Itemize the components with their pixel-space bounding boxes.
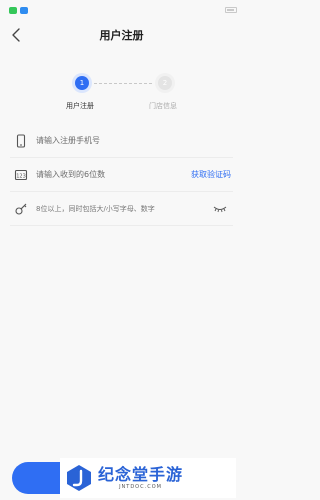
page-title: 用户注册 bbox=[99, 29, 144, 42]
app-notification-icon bbox=[20, 6, 28, 14]
step-indicator: 1 2 用户注册 门店信息 bbox=[0, 76, 243, 116]
key-icon bbox=[15, 203, 27, 215]
registration-form: 123 获取验证码 bbox=[10, 124, 233, 226]
battery-icon bbox=[225, 7, 237, 13]
status-bar bbox=[0, 0, 243, 20]
verification-code-icon: 123 bbox=[14, 169, 28, 180]
step-connector bbox=[94, 83, 152, 84]
header: 用户注册 bbox=[0, 22, 243, 50]
svg-text:123: 123 bbox=[16, 173, 26, 179]
watermark-title: 纪念堂手游 bbox=[98, 465, 184, 484]
code-input[interactable] bbox=[36, 170, 191, 179]
step-2-dot: 2 bbox=[158, 76, 172, 90]
watermark: 纪念堂手游 JNTDOC.COM bbox=[60, 458, 236, 498]
eye-closed-icon[interactable] bbox=[213, 205, 227, 213]
watermark-logo-icon bbox=[67, 465, 91, 491]
phone-input[interactable] bbox=[36, 136, 233, 145]
next-button[interactable] bbox=[12, 462, 62, 494]
watermark-url: JNTDOC.COM bbox=[119, 484, 162, 490]
password-row bbox=[10, 192, 233, 226]
wechat-notification-icon bbox=[9, 6, 17, 14]
step-1-dot: 1 bbox=[75, 76, 89, 90]
step-1-label: 用户注册 bbox=[66, 102, 94, 110]
password-input[interactable] bbox=[36, 204, 213, 213]
step-2-label: 门店信息 bbox=[149, 102, 177, 110]
get-code-button[interactable]: 获取验证码 bbox=[191, 169, 231, 180]
code-row: 123 获取验证码 bbox=[10, 158, 233, 192]
phone-icon bbox=[16, 133, 26, 148]
phone-row bbox=[10, 124, 233, 158]
